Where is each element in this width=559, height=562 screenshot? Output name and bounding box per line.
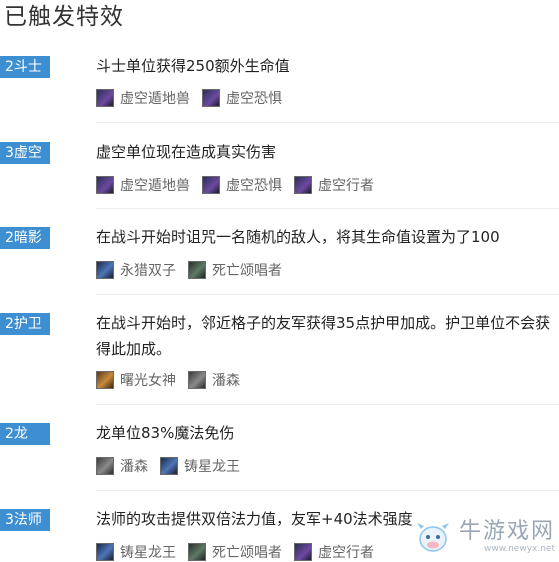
champion-item[interactable]: 虚空行者 xyxy=(294,542,374,562)
champion-name: 铸星龙王 xyxy=(184,459,240,475)
champion-portrait-icon xyxy=(96,176,114,194)
synergy-section: 3虚空 虚空单位现在造成真实伤害 虚空遁地兽 虚空恐惧 虚空行者 xyxy=(0,142,559,206)
champion-item[interactable]: 潘森 xyxy=(188,370,240,390)
champion-list: 虚空遁地兽 虚空恐惧 虚空行者 xyxy=(96,175,386,195)
champion-name: 永猎双子 xyxy=(120,263,176,279)
champion-name: 死亡颂唱者 xyxy=(212,263,282,279)
champion-name: 虚空行者 xyxy=(318,178,374,194)
champion-name: 虚空恐惧 xyxy=(226,178,282,194)
section-divider xyxy=(96,490,559,491)
section-divider xyxy=(96,404,559,405)
champion-portrait-icon xyxy=(96,543,114,561)
watermark-text: 牛游戏网 www.newyx.net xyxy=(459,520,555,555)
champion-name: 虚空遁地兽 xyxy=(120,91,190,107)
champion-item[interactable]: 死亡颂唱者 xyxy=(188,260,282,280)
champion-item[interactable]: 潘森 xyxy=(96,456,148,476)
champion-portrait-icon xyxy=(96,457,114,475)
champion-list: 永猎双子 死亡颂唱者 xyxy=(96,260,294,280)
synergy-badge[interactable]: 2龙 xyxy=(0,423,50,445)
page-title: 已触发特效 xyxy=(4,4,124,30)
synergy-description: 虚空单位现在造成真实伤害 xyxy=(96,143,277,161)
champion-name: 死亡颂唱者 xyxy=(212,545,282,561)
champion-portrait-icon xyxy=(294,543,312,561)
champion-portrait-icon xyxy=(96,371,114,389)
section-divider xyxy=(96,208,559,209)
champion-item[interactable]: 曙光女神 xyxy=(96,370,176,390)
champion-portrait-icon xyxy=(96,261,114,279)
watermark-url: www.newyx.net xyxy=(483,544,555,554)
champion-portrait-icon xyxy=(202,176,220,194)
champion-item[interactable]: 铸星龙王 xyxy=(160,456,240,476)
champion-portrait-icon xyxy=(160,457,178,475)
champion-item[interactable]: 虚空恐惧 xyxy=(202,175,282,195)
champion-item[interactable]: 虚空行者 xyxy=(294,175,374,195)
champion-name: 潘森 xyxy=(212,373,240,389)
synergy-description: 在战斗开始时，邻近格子的友军获得35点护甲加成。护卫单位不会获得此加成。 xyxy=(96,314,551,358)
synergy-badge[interactable]: 3虚空 xyxy=(0,142,50,164)
site-watermark: 牛游戏网 www.newyx.net xyxy=(413,515,555,555)
champion-list: 虚空遁地兽 虚空恐惧 xyxy=(96,88,294,108)
champion-portrait-icon xyxy=(188,543,206,561)
synergy-section: 2龙 龙单位83%魔法免伤 潘森 铸星龙王 xyxy=(0,423,559,487)
champion-item[interactable]: 虚空遁地兽 xyxy=(96,88,190,108)
champion-name: 铸星龙王 xyxy=(120,545,176,561)
synergy-description: 在战斗开始时诅咒一名随机的敌人，将其生命值设置为了100 xyxy=(96,228,500,246)
synergy-badge[interactable]: 3法师 xyxy=(0,509,50,531)
champion-name: 虚空行者 xyxy=(318,545,374,561)
champion-list: 铸星龙王 死亡颂唱者 虚空行者 xyxy=(96,542,386,562)
champion-name: 虚空遁地兽 xyxy=(120,178,190,194)
champion-item[interactable]: 虚空遁地兽 xyxy=(96,175,190,195)
champion-name: 虚空恐惧 xyxy=(226,91,282,107)
section-divider xyxy=(96,122,559,123)
champion-name: 曙光女神 xyxy=(120,373,176,389)
champion-name: 潘森 xyxy=(120,459,148,475)
champion-item[interactable]: 永猎双子 xyxy=(96,260,176,280)
cow-logo-icon xyxy=(413,515,453,555)
champion-list: 潘森 铸星龙王 xyxy=(96,456,252,476)
champion-list: 曙光女神 潘森 xyxy=(96,370,252,390)
section-divider xyxy=(96,294,559,295)
synergy-section: 2暗影 在战斗开始时诅咒一名随机的敌人，将其生命值设置为了100 永猎双子 死亡… xyxy=(0,227,559,291)
champion-portrait-icon xyxy=(96,89,114,107)
champion-item[interactable]: 死亡颂唱者 xyxy=(188,542,282,562)
champion-portrait-icon xyxy=(188,371,206,389)
champion-item[interactable]: 铸星龙王 xyxy=(96,542,176,562)
synergy-badge[interactable]: 2斗士 xyxy=(0,56,50,78)
synergy-badge[interactable]: 2暗影 xyxy=(0,227,50,249)
champion-portrait-icon xyxy=(202,89,220,107)
synergy-section: 2斗士 斗士单位获得250额外生命值 虚空遁地兽 虚空恐惧 xyxy=(0,56,559,120)
synergy-badge[interactable]: 2护卫 xyxy=(0,313,50,335)
watermark-name: 牛游戏网 xyxy=(458,519,555,544)
champion-item[interactable]: 虚空恐惧 xyxy=(202,88,282,108)
champion-portrait-icon xyxy=(188,261,206,279)
champion-portrait-icon xyxy=(294,176,312,194)
synergy-description: 龙单位83%魔法免伤 xyxy=(96,424,235,442)
synergy-description: 斗士单位获得250额外生命值 xyxy=(96,57,290,75)
synergy-section: 2护卫 在战斗开始时，邻近格子的友军获得35点护甲加成。护卫单位不会获得此加成。… xyxy=(0,313,559,403)
